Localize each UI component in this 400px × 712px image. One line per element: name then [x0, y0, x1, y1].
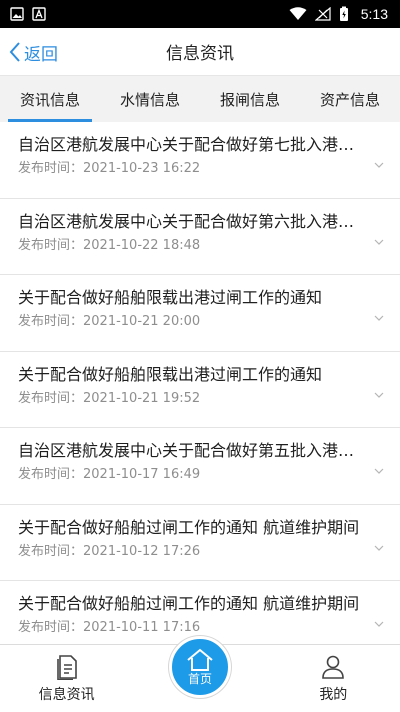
signal-icon — [314, 7, 331, 21]
news-list[interactable]: 自治区港航发展中心关于配合做好第七批入港船舶检查工作的通知 发布时间：2021-… — [0, 122, 400, 644]
list-item[interactable]: 自治区港航发展中心关于配合做好第六批入港船舶检查工作的通知 发布时间：2021-… — [0, 199, 400, 275]
home-button[interactable]: 首页 — [169, 636, 231, 698]
list-item[interactable]: 关于配合做好船舶限载出港过闸工作的通知 发布时间：2021-10-21 19:5… — [0, 352, 400, 428]
chevron-left-icon — [9, 42, 20, 62]
wifi-icon — [289, 7, 307, 20]
status-bar: 5:13 — [0, 0, 400, 28]
news-date: 发布时间：2021-10-11 17:16 — [18, 620, 201, 635]
list-item[interactable]: 关于配合做好船舶限载出港过闸工作的通知 发布时间：2021-10-21 20:0… — [0, 275, 400, 352]
status-right: 5:13 — [289, 6, 388, 22]
chevron-down-icon — [374, 468, 384, 474]
news-title: 自治区港航发展中心关于配合做好第六批入港船舶检查工作的通知 — [18, 211, 370, 231]
category-tabs: 资讯信息 水情信息 报闸信息 资产信息 — [0, 76, 400, 122]
tab-lock-report[interactable]: 报闸信息 — [200, 76, 300, 122]
status-left — [10, 7, 46, 21]
nav-bar: 返回 信息资讯 — [0, 28, 400, 76]
user-icon — [322, 655, 345, 679]
bottom-nav-mine-label: 我的 — [319, 686, 348, 703]
news-date: 发布时间：2021-10-17 16:49 — [18, 467, 201, 482]
news-date: 发布时间：2021-10-21 20:00 — [18, 314, 201, 329]
page-title: 信息资讯 — [166, 44, 234, 64]
bottom-nav-mine[interactable]: 我的 — [267, 654, 400, 704]
chevron-down-icon — [374, 545, 384, 551]
news-title: 关于配合做好船舶限载出港过闸工作的通知 — [18, 364, 323, 384]
home-icon — [187, 648, 213, 671]
chevron-down-icon — [374, 315, 384, 321]
list-item[interactable]: 自治区港航发展中心关于配合做好第七批入港船舶检查工作的通知 发布时间：2021-… — [0, 122, 400, 199]
tab-asset-info[interactable]: 资产信息 — [300, 76, 400, 122]
back-button[interactable]: 返回 — [8, 28, 58, 76]
chevron-down-icon — [374, 392, 384, 398]
chevron-down-icon — [374, 162, 384, 168]
home-label: 首页 — [187, 671, 212, 686]
news-date: 发布时间：2021-10-21 19:52 — [18, 390, 201, 406]
news-date: 发布时间：2021-10-12 17:26 — [18, 543, 201, 559]
news-date: 发布时间：2021-10-22 18:48 — [18, 237, 201, 253]
news-title: 自治区港航发展中心关于配合做好第七批入港船舶检查工作的通知 — [18, 135, 370, 154]
image-notification-icon — [10, 7, 24, 21]
news-title: 关于配合做好船舶限载出港过闸工作的通知 — [18, 288, 323, 307]
bottom-nav-info-label: 信息资讯 — [38, 686, 95, 703]
list-item[interactable]: 自治区港航发展中心关于配合做好第五批入港船舶检查工作的通知 发布时间：2021-… — [0, 428, 400, 505]
battery-icon — [339, 6, 348, 21]
list-item[interactable]: 关于配合做好船舶过闸工作的通知 航道维护期间 发布时间：2021-10-11 1… — [0, 581, 400, 644]
chevron-down-icon — [374, 621, 384, 627]
tab-water-info[interactable]: 水情信息 — [100, 76, 200, 122]
news-title: 关于配合做好船舶过闸工作的通知 航道维护期间 — [18, 517, 360, 537]
back-label: 返回 — [24, 44, 58, 65]
news-date: 发布时间：2021-10-23 16:22 — [18, 161, 201, 176]
list-item[interactable]: 关于配合做好船舶过闸工作的通知 航道维护期间 发布时间：2021-10-12 1… — [0, 505, 400, 581]
document-icon — [56, 654, 77, 680]
bottom-nav-info[interactable]: 信息资讯 — [0, 654, 133, 704]
status-time: 5:13 — [360, 6, 388, 22]
app-notification-icon — [32, 7, 46, 21]
chevron-down-icon — [374, 239, 384, 245]
tab-news[interactable]: 资讯信息 — [0, 76, 100, 122]
news-title: 自治区港航发展中心关于配合做好第五批入港船舶检查工作的通知 — [18, 441, 370, 460]
news-title: 关于配合做好船舶过闸工作的通知 航道维护期间 — [18, 594, 360, 613]
